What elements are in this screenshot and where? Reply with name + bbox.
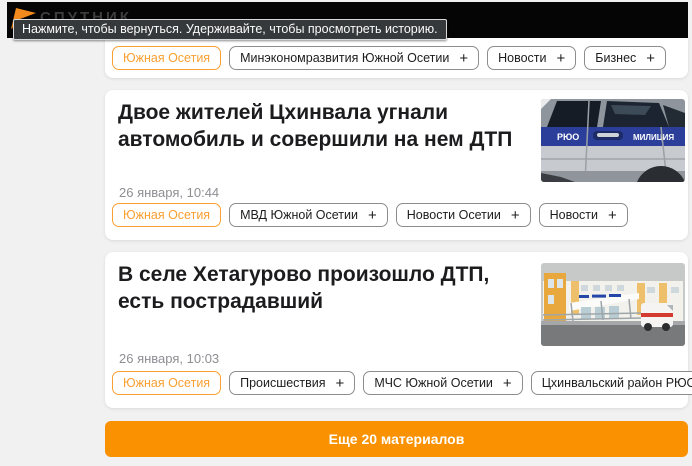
tag-chip[interactable]: Бизнес +	[584, 46, 666, 70]
plus-icon[interactable]: +	[368, 208, 377, 223]
tag-label: Южная Осетия	[123, 376, 210, 390]
tag-chip[interactable]: Происшествия +	[229, 371, 355, 395]
article-title-link[interactable]: Двое жителей Цхинвала угнали автомобиль …	[118, 100, 533, 154]
tag-label: Новости	[550, 208, 598, 222]
tag-chip[interactable]: МВД Южной Осетии +	[229, 203, 388, 227]
tag-label: Происшествия	[240, 376, 325, 390]
tag-row: Южная Осетия Минэкономразвития Южной Осе…	[112, 46, 688, 70]
tag-chip[interactable]: Новости +	[539, 203, 628, 227]
back-history-tooltip: Нажмите, чтобы вернуться. Удерживайте, ч…	[13, 19, 447, 40]
tag-label: Минэкономразвития Южной Осетии	[240, 51, 449, 65]
photo-text-ryuo: РЮО	[557, 132, 579, 142]
hospital-photo[interactable]	[541, 263, 685, 346]
plus-icon[interactable]: +	[503, 376, 512, 391]
tag-label: Новости	[498, 51, 546, 65]
tag-row: Южная Осетия МВД Южной Осетии + Новости …	[112, 203, 628, 227]
tag-region[interactable]: Южная Осетия	[112, 371, 221, 395]
article-card: Двое жителей Цхинвала угнали автомобиль …	[105, 90, 688, 240]
plus-icon[interactable]: +	[459, 51, 468, 66]
plus-icon[interactable]: +	[646, 51, 655, 66]
page: СПУТНИК Нажмите, чтобы вернуться. Удержи…	[0, 0, 692, 466]
tag-label: МВД Южной Осетии	[240, 208, 358, 222]
tag-label: Южная Осетия	[123, 51, 210, 65]
photo-text-militsiya: МИЛИЦИЯ	[633, 133, 674, 142]
tag-chip[interactable]: МЧС Южной Осетии +	[363, 371, 522, 395]
tag-chip[interactable]: Новости +	[487, 46, 576, 70]
card-top-partial: Южная Осетия Минэкономразвития Южной Осе…	[105, 38, 688, 78]
plus-icon[interactable]: +	[511, 208, 520, 223]
tag-region[interactable]: Южная Осетия	[112, 203, 221, 227]
plus-icon[interactable]: +	[336, 376, 345, 391]
police-car-photo[interactable]: РЮО МИЛИЦИЯ	[541, 99, 685, 182]
plus-icon[interactable]: +	[608, 208, 617, 223]
article-title-link[interactable]: В селе Хетагурово произошло ДТП, есть по…	[118, 262, 533, 316]
tag-row: Южная Осетия Происшествия + МЧС Южной Ос…	[112, 371, 692, 395]
article-date: 26 января, 10:03	[119, 351, 219, 366]
tag-label: Южная Осетия	[123, 208, 210, 222]
tag-label: Новости Осетии	[407, 208, 501, 222]
article-date: 26 января, 10:44	[119, 185, 219, 200]
tag-chip[interactable]: Цхинвальский район РЮО +	[531, 371, 692, 395]
article-card: В селе Хетагурово произошло ДТП, есть по…	[105, 252, 688, 408]
tag-label: Цхинвальский район РЮО	[542, 376, 692, 390]
tooltip-text: Нажмите, чтобы вернуться. Удерживайте, ч…	[22, 22, 438, 36]
tag-region[interactable]: Южная Осетия	[112, 46, 221, 70]
tag-chip[interactable]: Минэкономразвития Южной Осетии +	[229, 46, 479, 70]
tag-label: МЧС Южной Осетии	[374, 376, 493, 390]
tag-chip[interactable]: Новости Осетии +	[396, 203, 531, 227]
tag-label: Бизнес	[595, 51, 636, 65]
plus-icon[interactable]: +	[557, 51, 566, 66]
load-more-button[interactable]: Еще 20 материалов	[105, 421, 688, 457]
